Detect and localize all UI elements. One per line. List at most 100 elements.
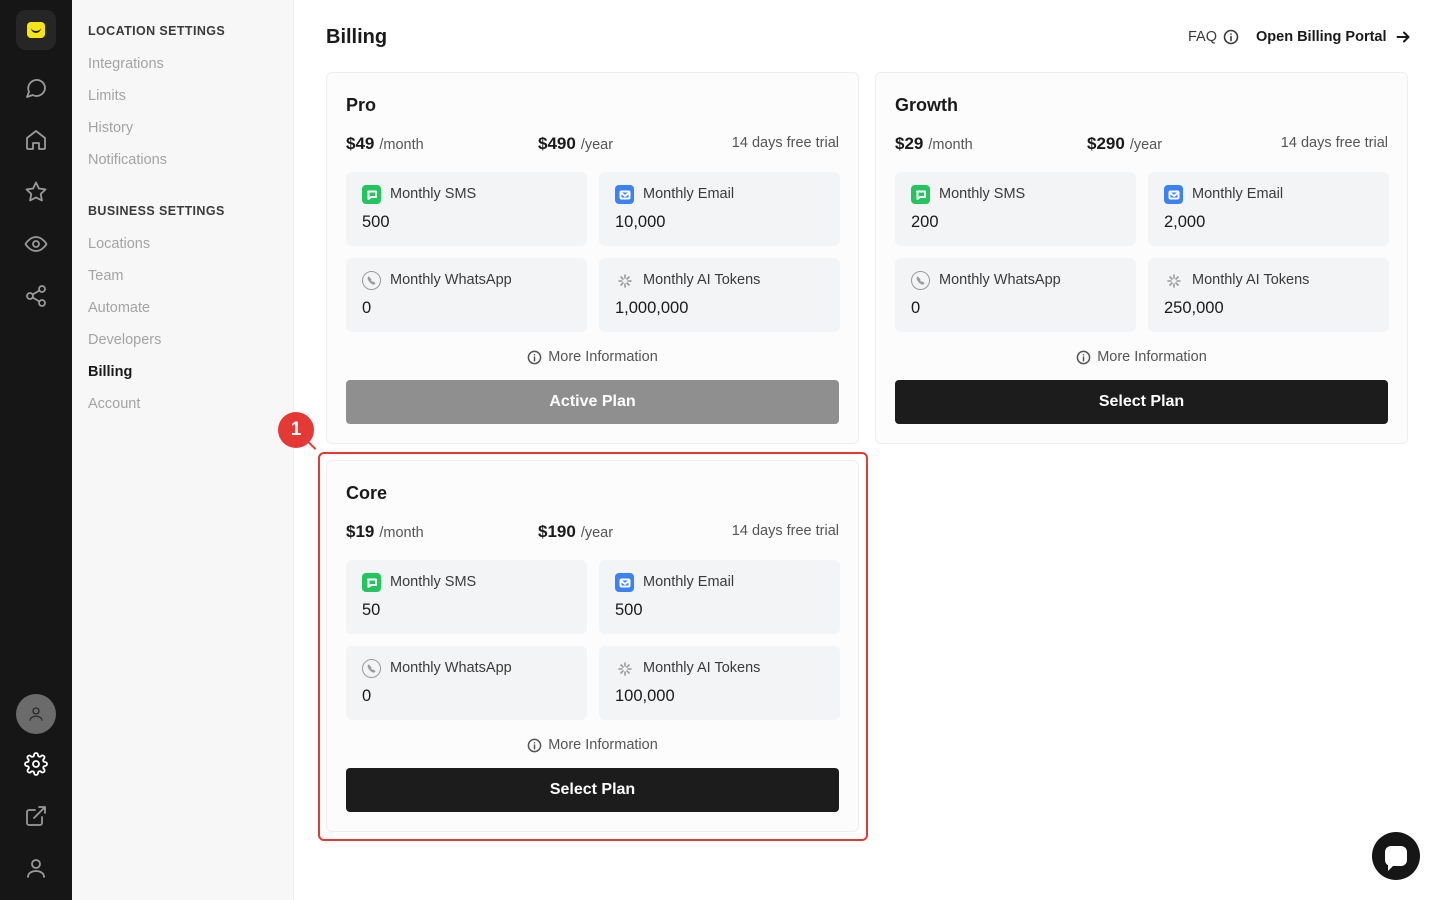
feature-value: 10,000	[615, 213, 666, 231]
feature-value: 100,000	[615, 687, 675, 705]
feature-value: 1,000,000	[615, 299, 689, 317]
home-icon[interactable]	[22, 126, 50, 154]
chat-widget-button[interactable]	[1372, 832, 1420, 880]
business-settings-heading: BUSINESS SETTINGS	[88, 204, 225, 218]
nav-item-developers[interactable]: Developers	[88, 332, 161, 348]
feature-value: 200	[911, 213, 939, 231]
feature-tile: Monthly AI Tokens 250,000	[1148, 258, 1389, 332]
yearly-price: $490 /year	[538, 134, 613, 154]
sms-icon	[362, 185, 381, 204]
monthly-unit: /month	[379, 525, 424, 541]
select-plan-button[interactable]: Select Plan	[895, 380, 1388, 424]
feature-value: 500	[362, 213, 390, 231]
settings-nav: LOCATION SETTINGS Integrations Limits Hi…	[72, 0, 294, 900]
feature-tile: Monthly SMS 50	[346, 560, 587, 634]
faq-label: FAQ	[1188, 29, 1218, 45]
feature-tile: Monthly SMS 200	[895, 172, 1136, 246]
whatsapp-icon	[362, 271, 381, 290]
nav-item-notifications[interactable]: Notifications	[88, 152, 167, 168]
active-plan-button[interactable]: Active Plan	[346, 380, 839, 424]
external-link-icon[interactable]	[22, 802, 50, 830]
feature-tile: Monthly WhatsApp 0	[895, 258, 1136, 332]
logo-bubble-icon	[27, 22, 45, 38]
info-icon	[527, 350, 542, 364]
more-information-link[interactable]: More Information	[327, 349, 858, 365]
feature-label: Monthly Email	[643, 186, 735, 202]
nav-item-account[interactable]: Account	[88, 396, 140, 412]
mail-icon	[1164, 185, 1183, 204]
yearly-unit: /year	[580, 525, 614, 541]
nav-item-limits[interactable]: Limits	[88, 88, 126, 104]
feature-label: Monthly AI Tokens	[643, 660, 761, 676]
feature-label: Monthly Email	[1192, 186, 1284, 202]
plan-name: Growth	[895, 95, 958, 115]
share-icon[interactable]	[22, 282, 50, 310]
plan-card-growth: Growth $29 /month $290 /year 14 days free…	[875, 72, 1408, 444]
portal-label: Open Billing Portal	[1256, 29, 1387, 45]
feature-label: Monthly AI Tokens	[643, 272, 761, 288]
select-plan-button[interactable]: Select Plan	[346, 768, 839, 812]
monthly-unit: /month	[379, 137, 424, 153]
trial-text: 14 days free trial	[731, 523, 839, 539]
sparkle-icon	[615, 659, 634, 678]
star-icon[interactable]	[22, 178, 50, 206]
annotation-marker: 1	[278, 412, 314, 448]
yearly-price: $190 /year	[538, 522, 613, 542]
monthly-amount: $19	[346, 522, 375, 541]
info-icon	[1223, 29, 1239, 45]
nav-item-automate[interactable]: Automate	[88, 300, 150, 316]
plan-card-pro: Pro $49 /month $490 /year 14 days free tr…	[326, 72, 859, 444]
more-information-label: More Information	[1097, 349, 1207, 365]
avatar[interactable]	[16, 694, 56, 734]
feature-value: 250,000	[1164, 299, 1224, 317]
chat-bubble-icon	[1385, 846, 1407, 871]
page-title: Billing	[326, 26, 388, 48]
feature-label: Monthly SMS	[390, 574, 477, 590]
feature-value: 50	[362, 601, 381, 619]
more-information-label: More Information	[548, 349, 658, 365]
sms-icon	[911, 185, 930, 204]
feature-value: 0	[911, 299, 921, 317]
more-information-link[interactable]: More Information	[876, 349, 1407, 365]
feature-value: 2,000	[1164, 213, 1206, 231]
feature-label: Monthly AI Tokens	[1192, 272, 1310, 288]
yearly-price: $290 /year	[1087, 134, 1162, 154]
feature-label: Monthly WhatsApp	[939, 272, 1061, 288]
plan-name: Core	[346, 483, 388, 503]
feature-tile: Monthly Email 10,000	[599, 172, 840, 246]
nav-item-billing[interactable]: Billing	[88, 364, 132, 380]
feature-tile: Monthly WhatsApp 0	[346, 646, 587, 720]
user-icon[interactable]	[22, 854, 50, 882]
nav-item-team[interactable]: Team	[88, 268, 123, 284]
feature-label: Monthly SMS	[390, 186, 477, 202]
yearly-amount: $190	[538, 522, 576, 541]
open-billing-portal-link[interactable]: Open Billing Portal	[1256, 29, 1411, 45]
plan-name: Pro	[346, 95, 377, 115]
feature-tile: Monthly AI Tokens 1,000,000	[599, 258, 840, 332]
chat-icon[interactable]	[22, 74, 50, 102]
sparkle-icon	[615, 271, 634, 290]
monthly-amount: $29	[895, 134, 924, 153]
feature-label: Monthly WhatsApp	[390, 272, 512, 288]
nav-item-integrations[interactable]: Integrations	[88, 56, 164, 72]
feature-label: Monthly WhatsApp	[390, 660, 512, 676]
info-icon	[527, 738, 542, 752]
eye-icon[interactable]	[22, 230, 50, 258]
feature-value: 0	[362, 687, 372, 705]
feature-label: Monthly Email	[643, 574, 735, 590]
gear-icon[interactable]	[22, 750, 50, 778]
plan-card-core: Core $19 /month $190 /year 14 days free t…	[326, 460, 859, 832]
monthly-price: $29 /month	[895, 134, 973, 154]
feature-value: 500	[615, 601, 643, 619]
more-information-link[interactable]: More Information	[327, 737, 858, 753]
mail-icon	[615, 573, 634, 592]
faq-link[interactable]: FAQ	[1188, 29, 1239, 45]
app-logo[interactable]	[16, 10, 56, 50]
feature-label: Monthly SMS	[939, 186, 1026, 202]
nav-item-history[interactable]: History	[88, 120, 133, 136]
location-settings-heading: LOCATION SETTINGS	[88, 24, 226, 38]
nav-item-locations[interactable]: Locations	[88, 236, 150, 252]
monthly-unit: /month	[928, 137, 973, 153]
sms-icon	[362, 573, 381, 592]
feature-tile: Monthly Email 500	[599, 560, 840, 634]
